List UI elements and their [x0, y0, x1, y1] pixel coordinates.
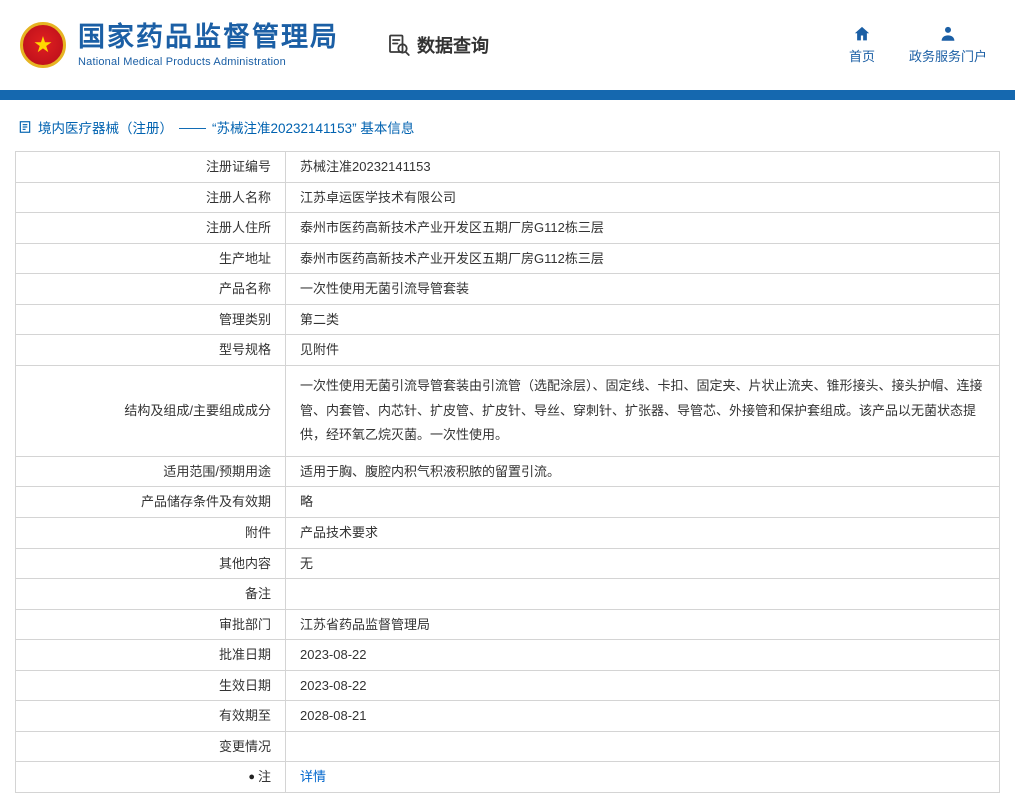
org-name-cn: 国家药品监督管理局 [78, 21, 339, 52]
row-label: 生产地址 [15, 242, 286, 275]
row-value: 见附件 [285, 334, 1000, 366]
row-label: 备注 [15, 578, 286, 610]
row-value: 2023-08-22 [285, 669, 1000, 702]
table-row: 注册证编号 苏械注准20232141153 [15, 151, 1000, 183]
row-label: ● 注 [15, 761, 286, 793]
row-label: 有效期至 [15, 700, 286, 732]
org-name-en: National Medical Products Administration [78, 56, 286, 69]
row-label: 注册人名称 [15, 181, 286, 214]
table-row: 审批部门 江苏省药品监督管理局 [15, 608, 1000, 641]
table-row: 其他内容无 [15, 547, 1000, 580]
national-emblem-logo: ★ [20, 21, 66, 68]
table-row: 批准日期 2023-08-22 [15, 639, 1000, 671]
row-value: 苏械注准20232141153 [285, 151, 1000, 183]
table-row: 型号规格 见附件 [15, 334, 1000, 366]
table-row: 产品名称 一次性使用无菌引流导管套装 [15, 273, 1000, 305]
row-label: 附件 [15, 516, 286, 549]
detail-link[interactable]: 详情 [300, 769, 326, 784]
row-label: 管理类别 [15, 303, 286, 336]
row-value: 2023-08-22 [285, 639, 1000, 671]
table-row: 生产地址 泰州市医药高新技术产业开发区五期厂房G112栋三层 [15, 242, 1000, 275]
row-label: 适用范围/预期用途 [15, 455, 286, 488]
row-label: 注册人住所 [15, 212, 286, 244]
org-titles: 国家药品监督管理局 National Medical Products Admi… [78, 22, 339, 68]
registration-info-panel: 注册证编号 苏械注准20232141153 注册人名称 江苏卓运医学技术有限公司 注册人… [0, 149, 1015, 797]
info-table-body: 注册证编号 苏械注准20232141153 注册人名称 江苏卓运医学技术有限公司 注册人… [15, 151, 1000, 793]
row-value: 泰州市医药高新技术产业开发区五期厂房G112栋三层 [285, 242, 1000, 275]
table-row: 管理类别 第二类 [15, 303, 1000, 336]
row-value: 略 [285, 486, 1000, 518]
nav-portal-label: 政务服务门户 [908, 49, 987, 64]
row-value: 一次性使用无菌引流导管套装 [285, 273, 1000, 305]
table-row: 注册人住所 泰州市医药高新技术产业开发区五期厂房G112栋三层 [15, 212, 1000, 244]
row-label: 产品储存条件及有效期 [15, 486, 286, 518]
document-icon [18, 120, 32, 134]
row-label: 生效日期 [15, 669, 286, 702]
row-value: 一次性使用无菌引流导管套装由引流管（选配涂层）、固定线、卡扣、固定夹、片状止流夹… [285, 364, 1000, 457]
row-value: 江苏卓运医学技术有限公司 [285, 181, 1000, 214]
table-row: 结构及组成/主要组成成分 一次性使用无菌引流导管套装由引流管（选配涂层）、固定线、… [15, 364, 1000, 457]
row-label: 注册证编号 [15, 151, 286, 183]
registration-info-table: 注册证编号 苏械注准20232141153 注册人名称 江苏卓运医学技术有限公司 注册人… [15, 151, 1000, 793]
header-divider-bar [0, 90, 1015, 100]
nav-data-query-label: 数据查询 [417, 36, 489, 56]
page-title: “苏械注准20232141153” 基本信息 [212, 121, 415, 136]
table-row: 附件 产品技术要求 [15, 516, 1000, 549]
breadcrumb-section[interactable]: 境内医疗器械（注册） [38, 117, 173, 137]
note-icon: ● [248, 771, 255, 784]
nav-home[interactable]: 首页 [849, 25, 875, 65]
table-row: 备注 [15, 578, 1000, 610]
row-label: 其他内容 [15, 547, 286, 580]
row-value: 江苏省药品监督管理局 [285, 608, 1000, 641]
row-value: 产品技术要求 [285, 516, 1000, 549]
emblem-star-icon: ★ [33, 31, 53, 57]
site-logo-block: ★ 国家药品监督管理局 National Medical Products Ad… [20, 22, 339, 68]
row-label: 型号规格 [15, 334, 286, 366]
row-value: 适用于胸、腹腔内积气积液积脓的留置引流。 [285, 455, 1000, 488]
row-value: 泰州市医药高新技术产业开发区五期厂房G112栋三层 [285, 212, 1000, 244]
nav-portal[interactable]: 政务服务门户 [909, 25, 987, 65]
site-header: ★ 国家药品监督管理局 National Medical Products Ad… [0, 0, 1015, 90]
nav-home-label: 首页 [848, 49, 875, 64]
user-icon [938, 25, 958, 43]
data-query-icon [387, 33, 411, 57]
table-row: 注册人名称 江苏卓运医学技术有限公司 [15, 181, 1000, 214]
row-label: 结构及组成/主要组成成分 [15, 364, 286, 457]
table-row: ● 注详情 [15, 761, 1000, 793]
row-label: 批准日期 [15, 639, 286, 671]
table-row: 适用范围/预期用途 适用于胸、腹腔内积气积液积脓的留置引流。 [15, 455, 1000, 488]
row-value: 详情 [285, 761, 1000, 793]
home-icon [852, 25, 872, 43]
row-value: 无 [285, 547, 1000, 580]
nav-data-query[interactable]: 数据查询 [387, 32, 489, 58]
table-row: 有效期至 2028-08-21 [15, 700, 1000, 732]
row-label: 产品名称 [15, 273, 286, 305]
table-row: 产品储存条件及有效期略 [15, 486, 1000, 518]
table-row: 生效日期 2023-08-22 [15, 669, 1000, 702]
row-value: 第二类 [285, 303, 1000, 336]
header-right-nav: 首页 政务服务门户 [849, 25, 987, 65]
breadcrumb: 境内医疗器械（注册） —— “苏械注准20232141153” 基本信息 [0, 100, 1015, 149]
breadcrumb-separator: —— [179, 119, 206, 135]
row-value [285, 578, 1000, 610]
row-label: 审批部门 [15, 608, 286, 641]
row-value: 2028-08-21 [285, 700, 1000, 732]
